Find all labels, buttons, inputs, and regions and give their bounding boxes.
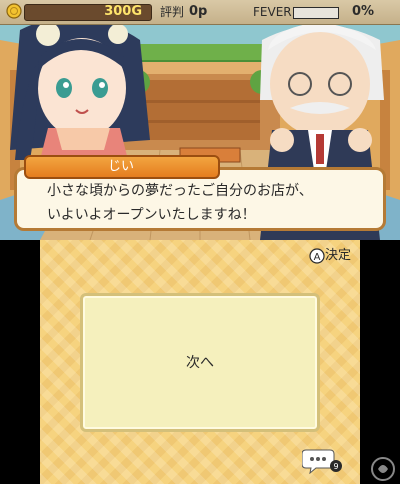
touch-screen: A 決定 次へ 9 bbox=[40, 240, 360, 484]
dialog-text-line-2: いよいよオープンいたしますね！ bbox=[47, 207, 256, 223]
next-button[interactable]: 次へ bbox=[80, 293, 320, 432]
speaker-name-plate: じい bbox=[24, 155, 220, 179]
chat-icon[interactable]: 9 bbox=[302, 448, 342, 474]
watermark-logo-icon bbox=[371, 457, 395, 481]
fever-gauge bbox=[293, 7, 339, 19]
fever-value: 0% bbox=[352, 4, 375, 19]
next-button-label: 次へ bbox=[186, 355, 214, 371]
speaker-name: じい bbox=[108, 159, 135, 174]
reputation-label: 評判 bbox=[160, 5, 185, 19]
a-button-icon: A bbox=[309, 248, 325, 264]
svg-text:9: 9 bbox=[333, 462, 338, 471]
fever-label: FEVER bbox=[253, 5, 292, 19]
dialog-text-line-1: 小さな頃からの夢だったご自分のお店が、 bbox=[47, 183, 313, 199]
coin-icon bbox=[6, 3, 22, 19]
confirm-label: 決定 bbox=[325, 248, 352, 263]
money-value: 300G bbox=[104, 4, 142, 19]
top-screen: 300G 評判 0p FEVER 0% 小さな頃からの夢だったご自分のお店が、 … bbox=[0, 0, 400, 240]
status-bar: 300G 評判 0p FEVER 0% bbox=[0, 0, 400, 25]
screen-bezel bbox=[360, 240, 400, 484]
reputation-value: 0p bbox=[189, 4, 208, 19]
svg-text:A: A bbox=[314, 252, 321, 263]
